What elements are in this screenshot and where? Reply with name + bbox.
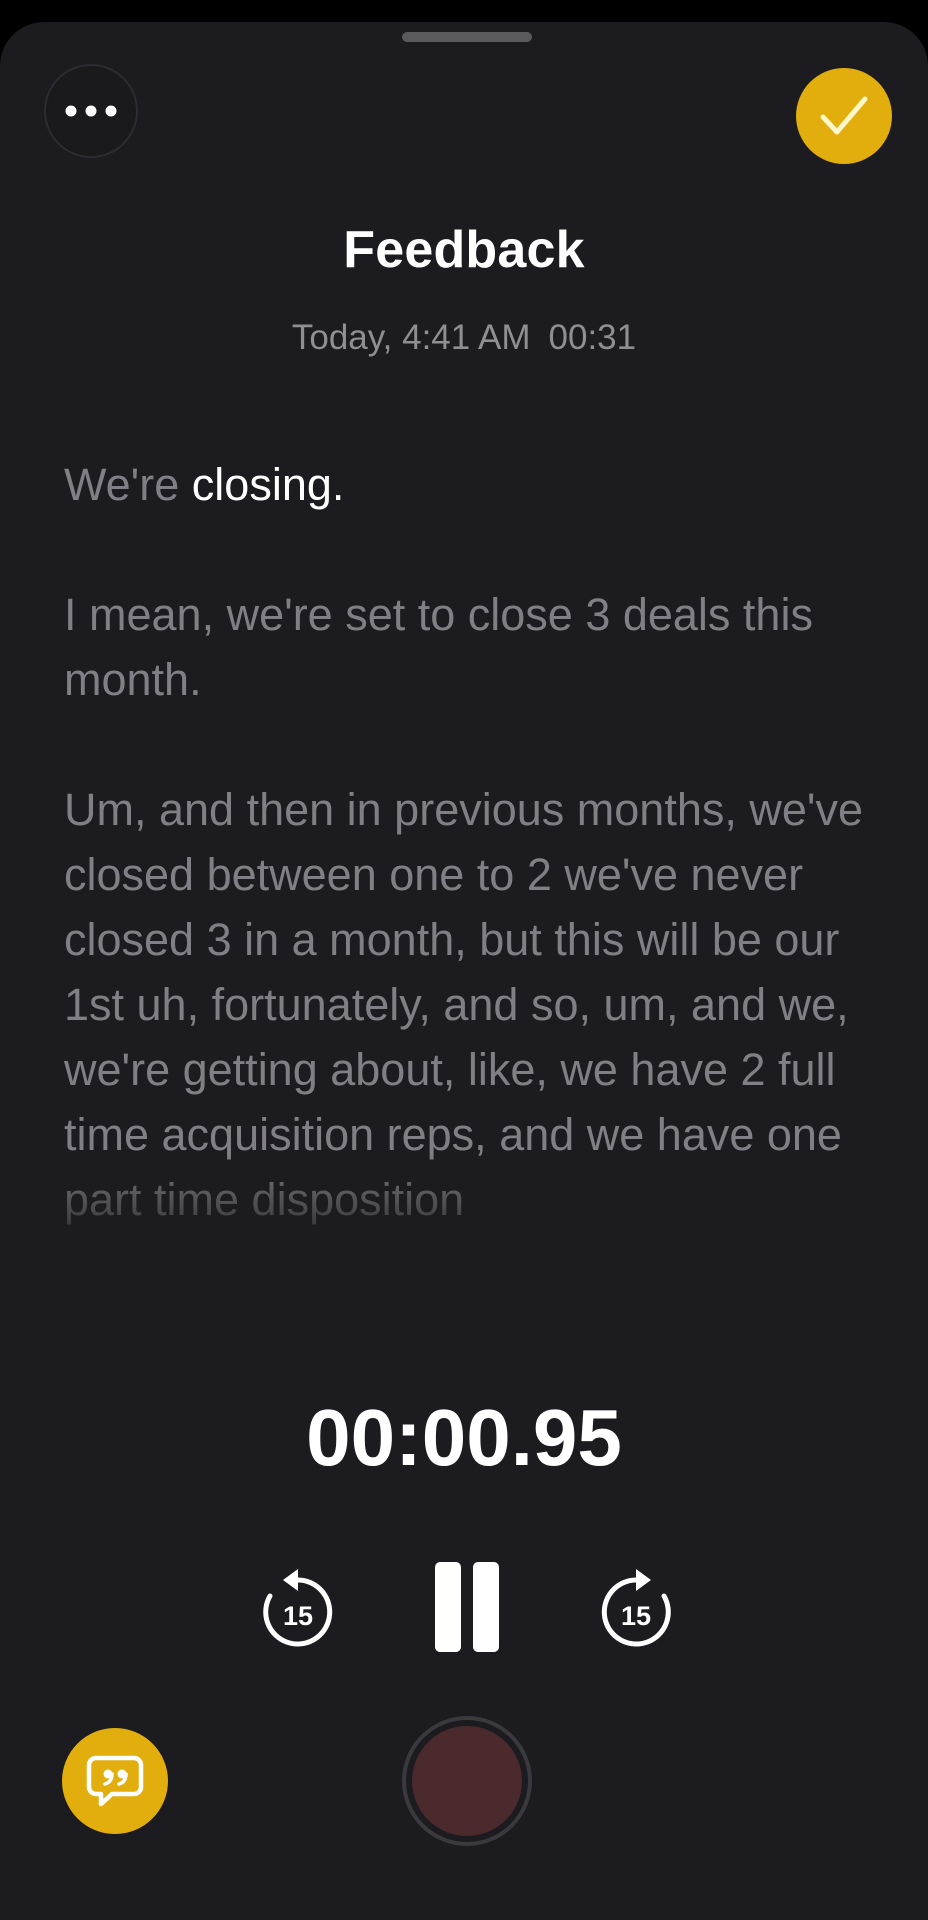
pause-button[interactable]	[432, 1562, 502, 1652]
transcript-toggle-button[interactable]	[62, 1728, 168, 1834]
sheet-grabber[interactable]	[402, 32, 532, 42]
skip-forward-15-icon: 15	[601, 1569, 671, 1647]
recording-date: Today, 4:41 AM	[291, 318, 531, 357]
playback-controls: 15 15	[0, 1562, 928, 1662]
recording-title: Feedback	[343, 221, 585, 279]
recording-meta: Today, 4:41 AM 00:31	[0, 318, 928, 358]
recording-duration: 00:31	[548, 318, 637, 357]
transcript-current-word: closing.	[191, 459, 345, 510]
transcript-paragraph: Um, and then in previous months, we've c…	[64, 784, 863, 1225]
transcript-spoken: We're	[64, 459, 192, 510]
skip-forward-button[interactable]: 15	[596, 1566, 676, 1652]
transcript-paragraph: We're closing.	[64, 452, 884, 517]
skip-back-button[interactable]: 15	[258, 1566, 338, 1652]
checkmark-icon	[820, 96, 868, 135]
transcript-text[interactable]: We're closing. I mean, we're set to clos…	[64, 452, 884, 1282]
playback-timer: 00:00.95	[306, 1393, 622, 1482]
recording-sheet: Feedback Today, 4:41 AM 00:31 We're closi…	[0, 22, 928, 1920]
transcript-paragraph: I mean, we're set to close 3 deals this …	[64, 589, 813, 705]
record-button[interactable]	[402, 1716, 532, 1846]
skip-back-seconds: 15	[283, 1601, 313, 1631]
skip-forward-seconds: 15	[621, 1601, 651, 1631]
skip-back-15-icon: 15	[263, 1569, 333, 1647]
record-icon	[412, 1726, 522, 1836]
more-button[interactable]	[44, 64, 138, 158]
quote-bubble-icon	[86, 1755, 144, 1807]
more-icon	[65, 105, 117, 117]
done-button[interactable]	[796, 68, 892, 164]
